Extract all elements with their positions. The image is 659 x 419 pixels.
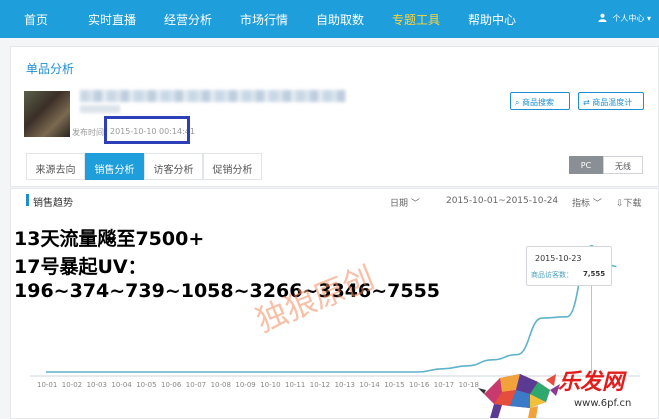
x-tick-label: 10-11 [285, 381, 305, 389]
x-tick-label: 10-12 [310, 381, 330, 389]
chart-tooltip: 2015-10-23 商品访客数： 7,555 [526, 246, 612, 286]
trend-chart: 10-01 10-02 10-03 10-04 10-05 10-06 10-07 10-08… [30, 244, 640, 389]
x-tick-label: 10-09 [235, 381, 255, 389]
x-tick-label: 10-17 [434, 381, 454, 389]
tooltip-value: 7,555 [583, 270, 606, 278]
x-tick-label: 10-02 [62, 381, 82, 389]
annotation-line-1: 13天流量飚至7500+ [14, 228, 205, 250]
x-tick-label: 10-05 [136, 381, 156, 389]
x-tick-label: 10-10 [260, 381, 280, 389]
logo-name: 乐发网 [558, 370, 625, 395]
x-tick-label: 10-03 [87, 381, 107, 389]
x-tick-label: 10-07 [186, 381, 206, 389]
annotation-line-2: 17号暴起UV： [14, 256, 147, 278]
x-tick-label: 10-13 [335, 381, 355, 389]
tooltip-label: 商品访客数： [531, 271, 573, 279]
x-tick-label: 10-16 [409, 381, 430, 389]
tooltip-date: 2015-10-23 [535, 254, 582, 263]
x-tick-label: 10-01 [37, 381, 57, 389]
x-tick-label: 10-04 [111, 381, 132, 389]
logo-url: www.6pf.cn [574, 398, 632, 409]
x-tick-label: 10-06 [161, 381, 182, 389]
x-tick-label: 10-14 [359, 381, 380, 389]
x-tick-label: 10-08 [211, 381, 231, 389]
x-tick-label: 10-15 [384, 381, 404, 389]
